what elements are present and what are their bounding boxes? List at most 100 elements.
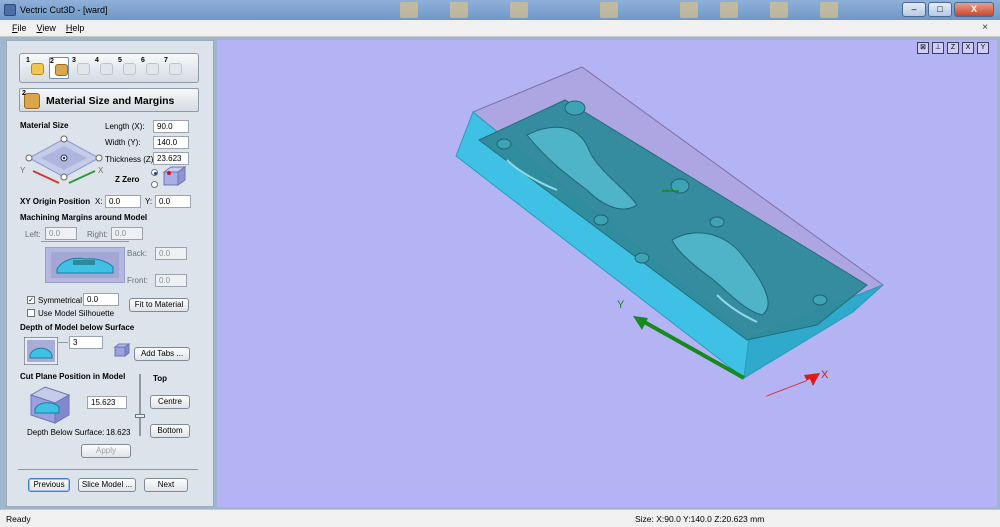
- width-label: Width (Y):: [105, 138, 141, 147]
- taskbar-thumb-icon: [600, 2, 618, 18]
- save-toolpath-icon: [169, 63, 182, 75]
- section-header: 2 Material Size and Margins: [19, 88, 199, 112]
- menu-help[interactable]: Help: [66, 23, 85, 33]
- xy-origin-label: XY Origin Position: [20, 197, 91, 206]
- depth-below-value: 18.623: [106, 428, 131, 437]
- margins-heading: Machining Margins around Model: [20, 213, 148, 222]
- margin-right-label: Right:: [87, 230, 108, 239]
- symmetrical-label: Symmetrical: [38, 296, 83, 305]
- origin-y-input[interactable]: 0.0: [155, 195, 191, 208]
- silhouette-label: Use Model Silhouette: [38, 309, 115, 318]
- taskbar-thumb-icon: [450, 2, 468, 18]
- origin-left-radio[interactable]: [25, 154, 33, 162]
- taskbar-thumb-icon: [680, 2, 698, 18]
- fit-to-material-button[interactable]: Fit to Material: [129, 298, 189, 312]
- x-axis-arrow: [765, 373, 820, 397]
- 3d-viewport[interactable]: ⊠ ⊥ Z X Y Y X: [217, 40, 997, 507]
- status-text: Ready: [6, 514, 31, 524]
- cut-plane-slider-track: [139, 374, 141, 436]
- taskbar-thumb-icon: [510, 2, 528, 18]
- z-zero-label: Z Zero: [115, 175, 140, 184]
- margin-front-input[interactable]: 0.0: [155, 274, 187, 287]
- x-axis-label: X: [821, 369, 829, 381]
- cut-plane-slider-handle[interactable]: [135, 414, 145, 418]
- section-title: Material Size and Margins: [46, 95, 175, 107]
- material-3d-render: Y X: [455, 66, 885, 397]
- silhouette-checkbox[interactable]: [27, 309, 35, 317]
- margin-back-label: Back:: [127, 249, 148, 258]
- margin-right-input[interactable]: 0.0: [111, 227, 143, 240]
- z-zero-block-icon: [162, 166, 187, 186]
- cut-plane-heading: Cut Plane Position in Model: [20, 372, 126, 381]
- taskbar-thumb-icon: [720, 2, 738, 18]
- axis-x-label: X: [98, 166, 104, 175]
- origin-x-input[interactable]: 0.0: [105, 195, 141, 208]
- taskbar-thumb-icon: [400, 2, 418, 18]
- model-peg: [564, 100, 586, 116]
- margin-left-input[interactable]: 0.0: [45, 227, 77, 240]
- document-close-icon[interactable]: ×: [982, 22, 988, 33]
- apply-button[interactable]: Apply: [81, 444, 131, 458]
- step-2-button[interactable]: 2: [49, 57, 69, 79]
- origin-back-radio[interactable]: [60, 135, 68, 143]
- axis-y-label: Y: [20, 166, 26, 175]
- symmetrical-checkbox[interactable]: ✓: [27, 296, 35, 304]
- slice-model-button[interactable]: Slice Model ...: [78, 478, 136, 492]
- depth-heading: Depth of Model below Surface: [20, 323, 135, 332]
- z-zero-bottom-radio[interactable]: [151, 181, 158, 188]
- cut-plane-model-icon: [29, 386, 71, 424]
- wizard-panel: 1 2 3 4 5 6 7 2 Material Size and Margin…: [6, 40, 214, 507]
- window-title: Vectric Cut3D - [ward]: [20, 5, 108, 15]
- add-tabs-icon: [113, 343, 131, 357]
- symmetrical-input[interactable]: 0.0: [83, 293, 119, 306]
- length-input[interactable]: 90.0: [153, 120, 189, 133]
- thickness-label: Thickness (Z):: [105, 155, 156, 164]
- previous-button[interactable]: Previous: [28, 478, 70, 492]
- close-button[interactable]: X: [954, 2, 994, 17]
- cut-plane-input[interactable]: 15.623: [87, 396, 127, 409]
- step-5-button[interactable]: 5: [118, 57, 138, 79]
- margins-model-thumbnail: [45, 247, 125, 283]
- margin-back-input[interactable]: 0.0: [155, 247, 187, 260]
- bottom-button[interactable]: Bottom: [150, 424, 190, 438]
- origin-right-radio[interactable]: [95, 154, 103, 162]
- roughing-icon: [100, 63, 113, 75]
- y-axis-label: Y: [617, 299, 625, 311]
- maximize-button[interactable]: □: [928, 2, 952, 17]
- add-tabs-button[interactable]: Add Tabs ...: [134, 347, 190, 361]
- material-diagram: [25, 135, 103, 184]
- thickness-input[interactable]: 23.623: [153, 152, 189, 165]
- next-button[interactable]: Next: [144, 478, 188, 492]
- menu-view[interactable]: View: [37, 23, 56, 33]
- app-icon: [4, 4, 16, 16]
- step-3-button[interactable]: 3: [72, 57, 92, 79]
- menu-file[interactable]: File: [12, 23, 27, 33]
- margin-left-label: Left:: [25, 230, 41, 239]
- open-folder-icon: [31, 63, 44, 75]
- menu-bar: File View Help: [0, 20, 1000, 37]
- orientation-icon: [77, 63, 90, 75]
- material-size-heading: Material Size: [20, 121, 69, 130]
- step-1-button[interactable]: 1: [26, 57, 46, 79]
- title-bar: Vectric Cut3D - [ward] – □ X: [0, 0, 1000, 20]
- preview-icon: [146, 63, 159, 75]
- origin-x-label: X:: [95, 197, 103, 206]
- finishing-icon: [123, 63, 136, 75]
- step-6-button[interactable]: 6: [141, 57, 161, 79]
- material-size-icon: [24, 93, 40, 109]
- taskbar-thumb-icon: [820, 2, 838, 18]
- depth-model-icon: [24, 337, 58, 365]
- margin-front-label: Front:: [127, 276, 148, 285]
- step-7-button[interactable]: 7: [164, 57, 184, 79]
- origin-front-radio[interactable]: [60, 173, 68, 181]
- step-4-button[interactable]: 4: [95, 57, 115, 79]
- width-input[interactable]: 140.0: [153, 136, 189, 149]
- taskbar-thumb-icon: [770, 2, 788, 18]
- depth-input[interactable]: 3: [69, 336, 103, 349]
- cut-plane-top-label: Top: [153, 374, 168, 383]
- minimize-button[interactable]: –: [902, 2, 926, 17]
- length-label: Length (X):: [105, 122, 145, 131]
- centre-button[interactable]: Centre: [150, 395, 190, 409]
- z-zero-top-radio[interactable]: [151, 169, 158, 176]
- wizard-steps: 1 2 3 4 5 6 7: [19, 53, 199, 83]
